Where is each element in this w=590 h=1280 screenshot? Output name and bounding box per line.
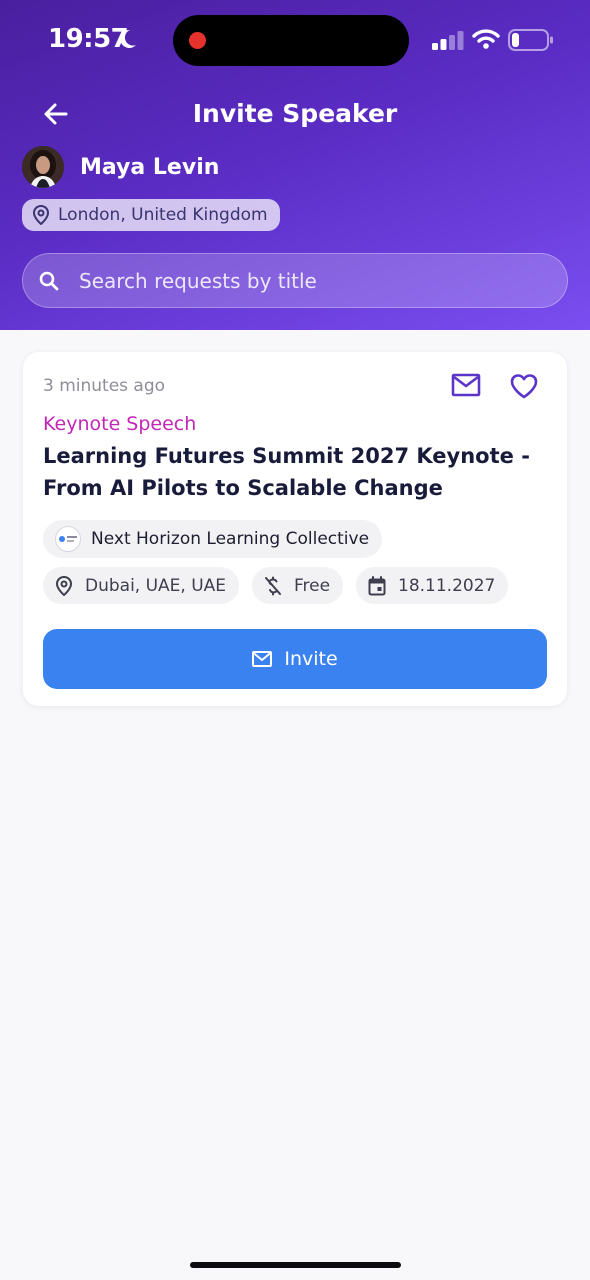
posted-time: 3 minutes ago xyxy=(43,376,166,396)
mail-icon xyxy=(451,373,481,397)
speaker-location: London, United Kingdom xyxy=(58,205,268,225)
invite-button[interactable]: Invite xyxy=(43,629,547,689)
location-pin-icon xyxy=(55,575,73,596)
home-indicator xyxy=(190,1262,401,1268)
speaker-name: Maya Levin xyxy=(80,155,220,180)
organization-chip[interactable]: Next Horizon Learning Collective xyxy=(43,520,383,558)
message-button[interactable] xyxy=(451,372,481,402)
battery-icon xyxy=(508,29,554,55)
no-money-icon xyxy=(265,576,281,595)
fee-chip: Free xyxy=(252,567,344,604)
search-input[interactable] xyxy=(79,268,519,293)
event-location-chip: Dubai, UAE, UAE xyxy=(43,567,240,604)
request-card[interactable]: 3 minutes ago Keynote Speech Learning Fu… xyxy=(23,352,567,706)
request-category: Keynote Speech xyxy=(43,413,197,435)
invite-button-label: Invite xyxy=(284,648,338,670)
signal-icon xyxy=(432,30,464,54)
event-date: 18.11.2027 xyxy=(398,575,496,596)
search-icon xyxy=(39,271,59,290)
header: 19:57 Invite Speaker Maya Levin London, … xyxy=(0,0,590,330)
status-bar: 19:57 xyxy=(0,0,590,80)
organization-name: Next Horizon Learning Collective xyxy=(91,529,370,549)
speaker-location-chip: London, United Kingdom xyxy=(22,199,280,231)
organization-logo-icon xyxy=(55,526,81,552)
favorite-button[interactable] xyxy=(509,372,539,404)
avatar xyxy=(22,146,64,188)
date-chip: 18.11.2027 xyxy=(356,567,509,604)
moon-icon xyxy=(116,28,138,54)
wifi-icon xyxy=(472,28,500,54)
dynamic-island xyxy=(173,15,409,66)
location-pin-icon xyxy=(32,205,50,225)
page-title: Invite Speaker xyxy=(192,99,398,128)
request-title: Learning Futures Summit 2027 Keynote - F… xyxy=(43,444,530,500)
event-location: Dubai, UAE, UAE xyxy=(85,575,227,596)
heart-icon xyxy=(510,374,538,399)
mail-icon xyxy=(252,651,273,667)
calendar-icon xyxy=(368,575,386,595)
recording-dot-icon xyxy=(189,32,206,49)
search-bar[interactable] xyxy=(22,253,568,308)
fee-value: Free xyxy=(294,575,331,596)
